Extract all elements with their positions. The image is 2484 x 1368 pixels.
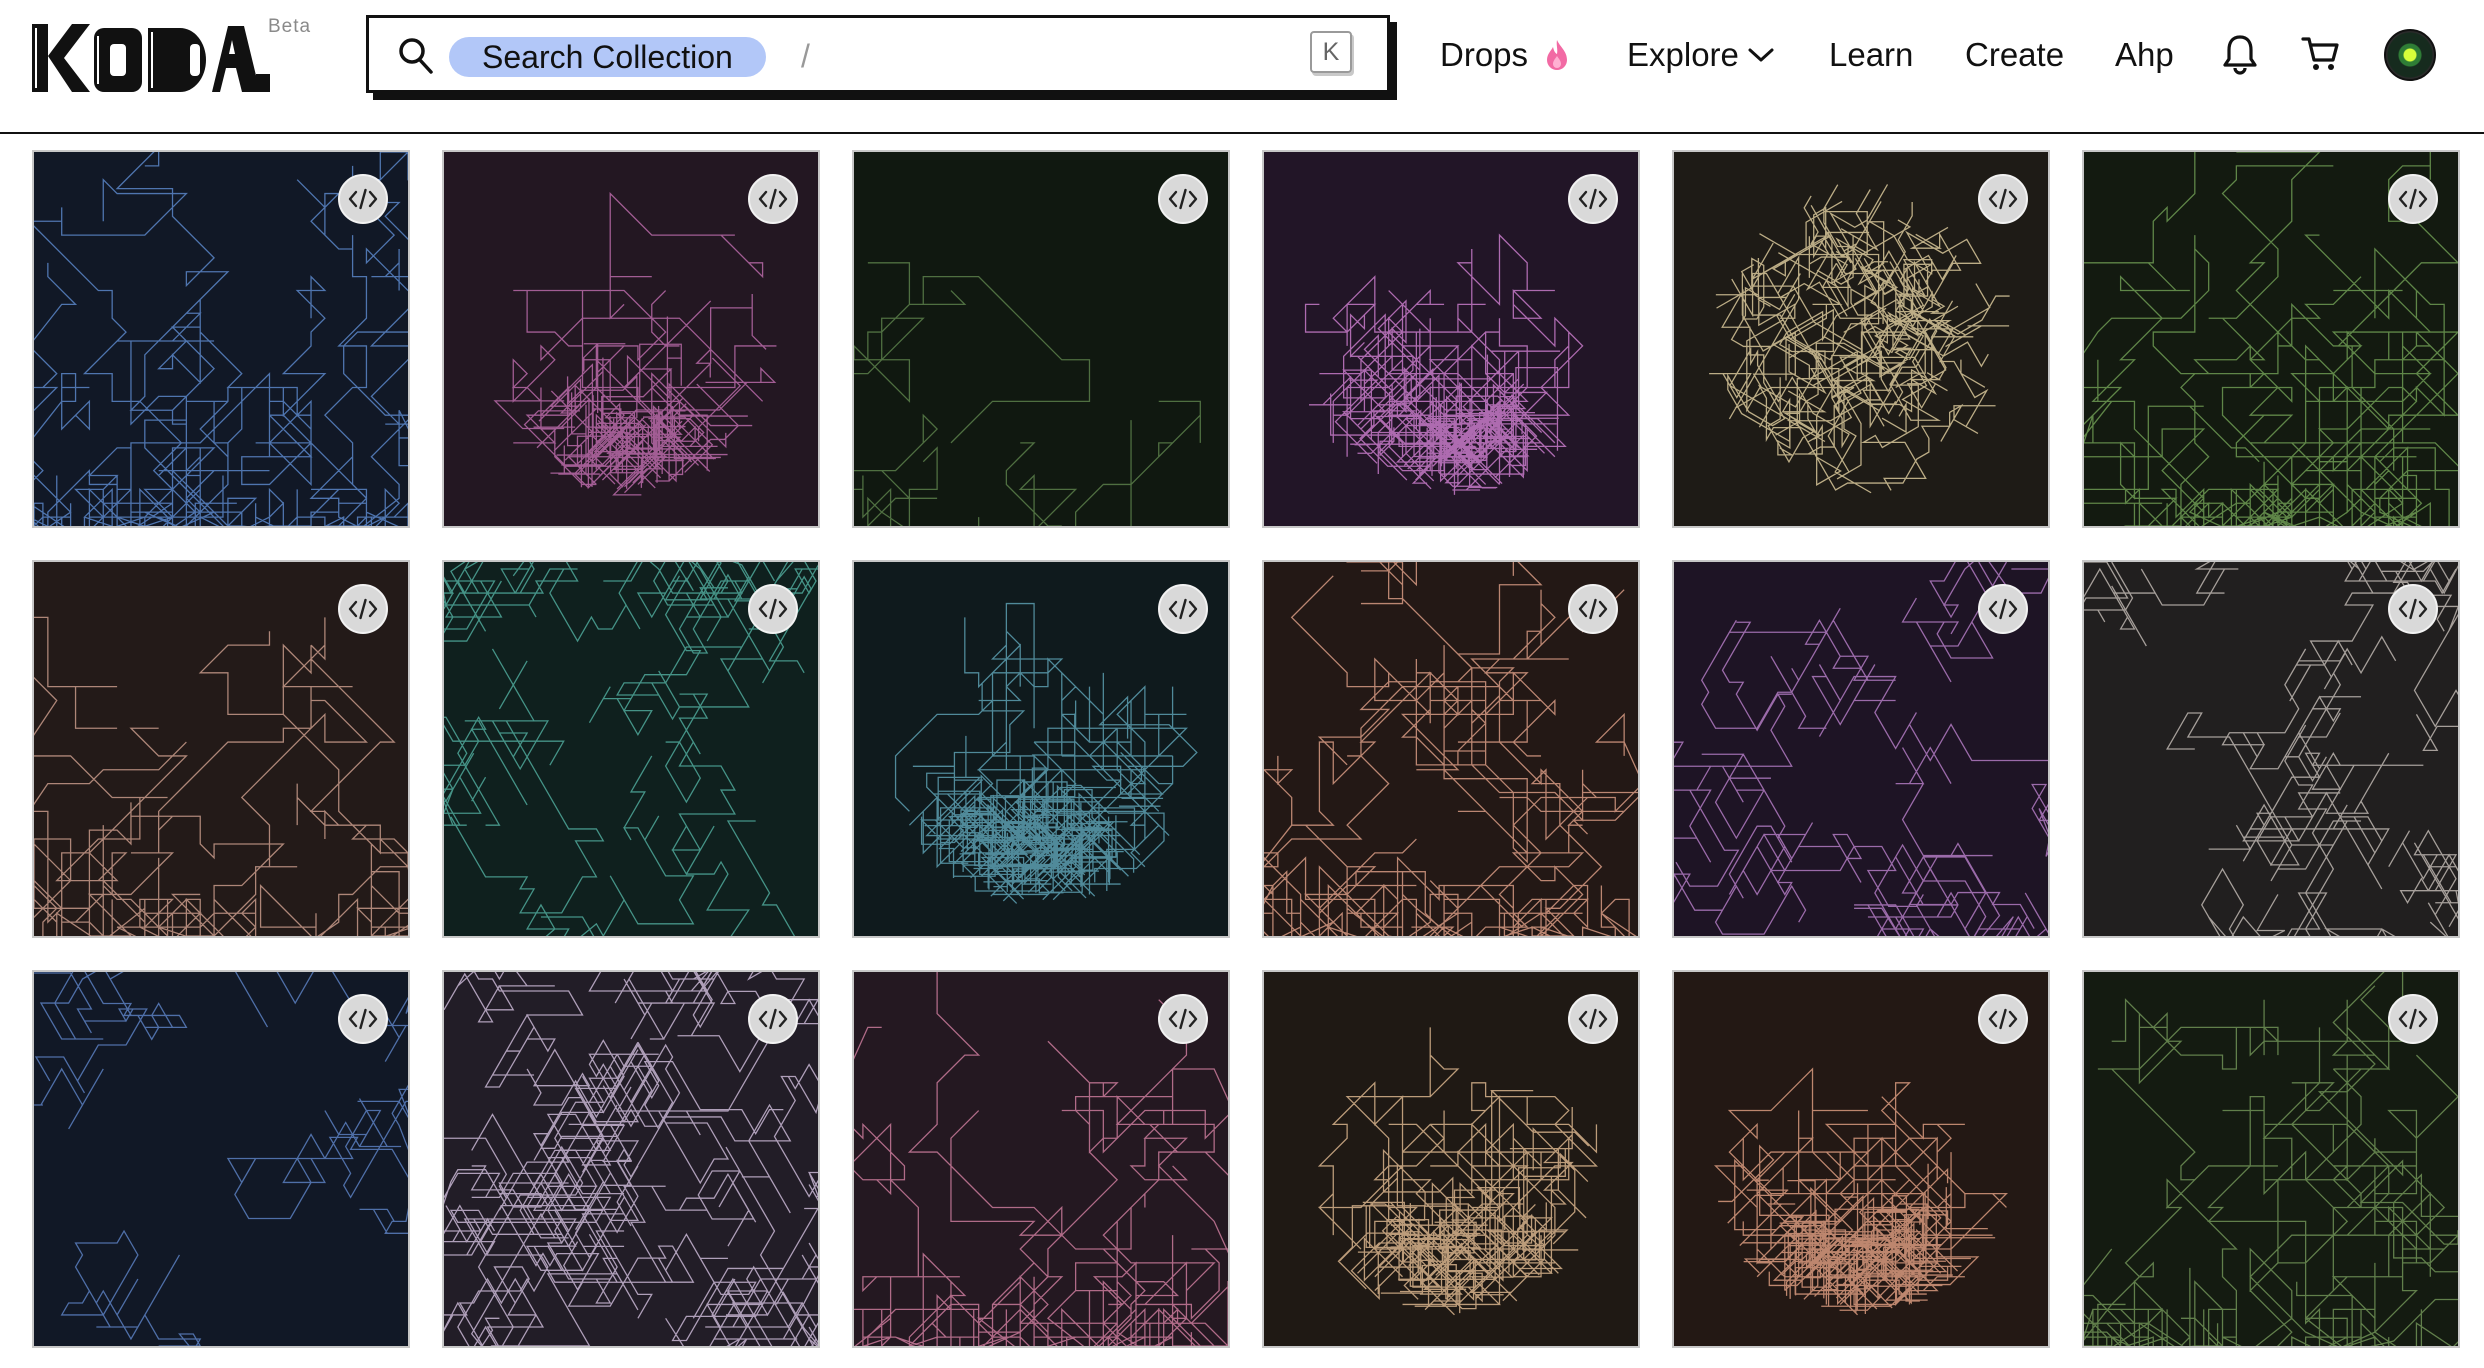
view-code-button[interactable] <box>338 994 388 1044</box>
artwork-tile[interactable] <box>1672 970 2050 1348</box>
network-selector[interactable]: Ahp <box>2115 30 2174 80</box>
code-icon <box>758 188 788 210</box>
artwork-tile[interactable] <box>442 150 820 528</box>
artwork-tile[interactable] <box>1262 970 1640 1348</box>
code-icon <box>1988 1008 2018 1030</box>
artwork-tile[interactable] <box>1262 150 1640 528</box>
search-icon <box>399 38 433 74</box>
nav-learn-label: Learn <box>1829 36 1914 73</box>
nav-explore[interactable]: Explore <box>1627 30 1775 80</box>
code-icon <box>1168 188 1198 210</box>
view-code-button[interactable] <box>2388 994 2438 1044</box>
account-avatar[interactable] <box>2384 29 2436 81</box>
view-code-button[interactable] <box>1978 584 2028 634</box>
view-code-button[interactable] <box>1568 584 1618 634</box>
artwork-tile[interactable] <box>442 970 820 1348</box>
artwork-tile[interactable] <box>2082 150 2460 528</box>
cart-button[interactable] <box>2296 28 2346 80</box>
view-code-button[interactable] <box>2388 584 2438 634</box>
artwork-tile[interactable] <box>2082 970 2460 1348</box>
search-separator: / <box>801 38 810 74</box>
artwork-tile[interactable] <box>442 560 820 938</box>
nav-create[interactable]: Create <box>1965 30 2064 80</box>
search-shortcut-key: K <box>1310 31 1352 73</box>
koda-logo[interactable] <box>30 18 272 98</box>
artwork-tile[interactable] <box>852 560 1230 938</box>
code-icon <box>758 598 788 620</box>
code-icon <box>758 1008 788 1030</box>
code-icon <box>1578 598 1608 620</box>
network-selector-label: Ahp <box>2115 36 2174 73</box>
collection-grid <box>32 150 2462 1350</box>
code-icon <box>2398 1008 2428 1030</box>
code-icon <box>348 188 378 210</box>
nav-learn[interactable]: Learn <box>1829 30 1913 80</box>
view-code-button[interactable] <box>2388 174 2438 224</box>
view-code-button[interactable] <box>748 584 798 634</box>
artwork-tile[interactable] <box>1672 150 2050 528</box>
code-icon <box>1168 598 1198 620</box>
bell-icon <box>2223 35 2257 75</box>
top-navigation-bar: Beta Search Collection / K Drops Explore… <box>0 0 2484 134</box>
artwork-tile[interactable] <box>32 560 410 938</box>
code-icon <box>1988 598 2018 620</box>
nav-drops-label: Drops <box>1440 36 1529 73</box>
artwork-tile[interactable] <box>32 150 410 528</box>
view-code-button[interactable] <box>1158 174 1208 224</box>
search-bar[interactable]: Search Collection / K <box>366 15 1390 93</box>
view-code-button[interactable] <box>1978 174 2028 224</box>
nav-explore-label: Explore <box>1627 36 1739 73</box>
code-icon <box>1988 188 2018 210</box>
code-icon <box>1578 188 1608 210</box>
code-icon <box>1578 1008 1608 1030</box>
artwork-tile[interactable] <box>852 150 1230 528</box>
flame-icon <box>1547 40 1568 70</box>
view-code-button[interactable] <box>1978 994 2028 1044</box>
artwork-tile[interactable] <box>852 970 1230 1348</box>
nav-drops[interactable]: Drops <box>1440 30 1570 80</box>
artwork-tile[interactable] <box>32 970 410 1348</box>
beta-badge: Beta <box>268 16 312 37</box>
chevron-down-icon <box>1748 48 1774 62</box>
code-icon <box>348 1008 378 1030</box>
view-code-button[interactable] <box>338 174 388 224</box>
view-code-button[interactable] <box>338 584 388 634</box>
view-code-button[interactable] <box>1568 994 1618 1044</box>
search-scope-pill[interactable]: Search Collection <box>449 37 766 77</box>
view-code-button[interactable] <box>1568 174 1618 224</box>
view-code-button[interactable] <box>748 994 798 1044</box>
code-icon <box>348 598 378 620</box>
artwork-tile[interactable] <box>2082 560 2460 938</box>
code-icon <box>1168 1008 1198 1030</box>
notifications-button[interactable] <box>2215 28 2265 80</box>
cart-icon <box>2301 37 2339 70</box>
view-code-button[interactable] <box>748 174 798 224</box>
code-icon <box>2398 598 2428 620</box>
nav-create-label: Create <box>1965 36 2065 73</box>
view-code-button[interactable] <box>1158 584 1208 634</box>
artwork-tile[interactable] <box>1262 560 1640 938</box>
view-code-button[interactable] <box>1158 994 1208 1044</box>
code-icon <box>2398 188 2428 210</box>
artwork-tile[interactable] <box>1672 560 2050 938</box>
